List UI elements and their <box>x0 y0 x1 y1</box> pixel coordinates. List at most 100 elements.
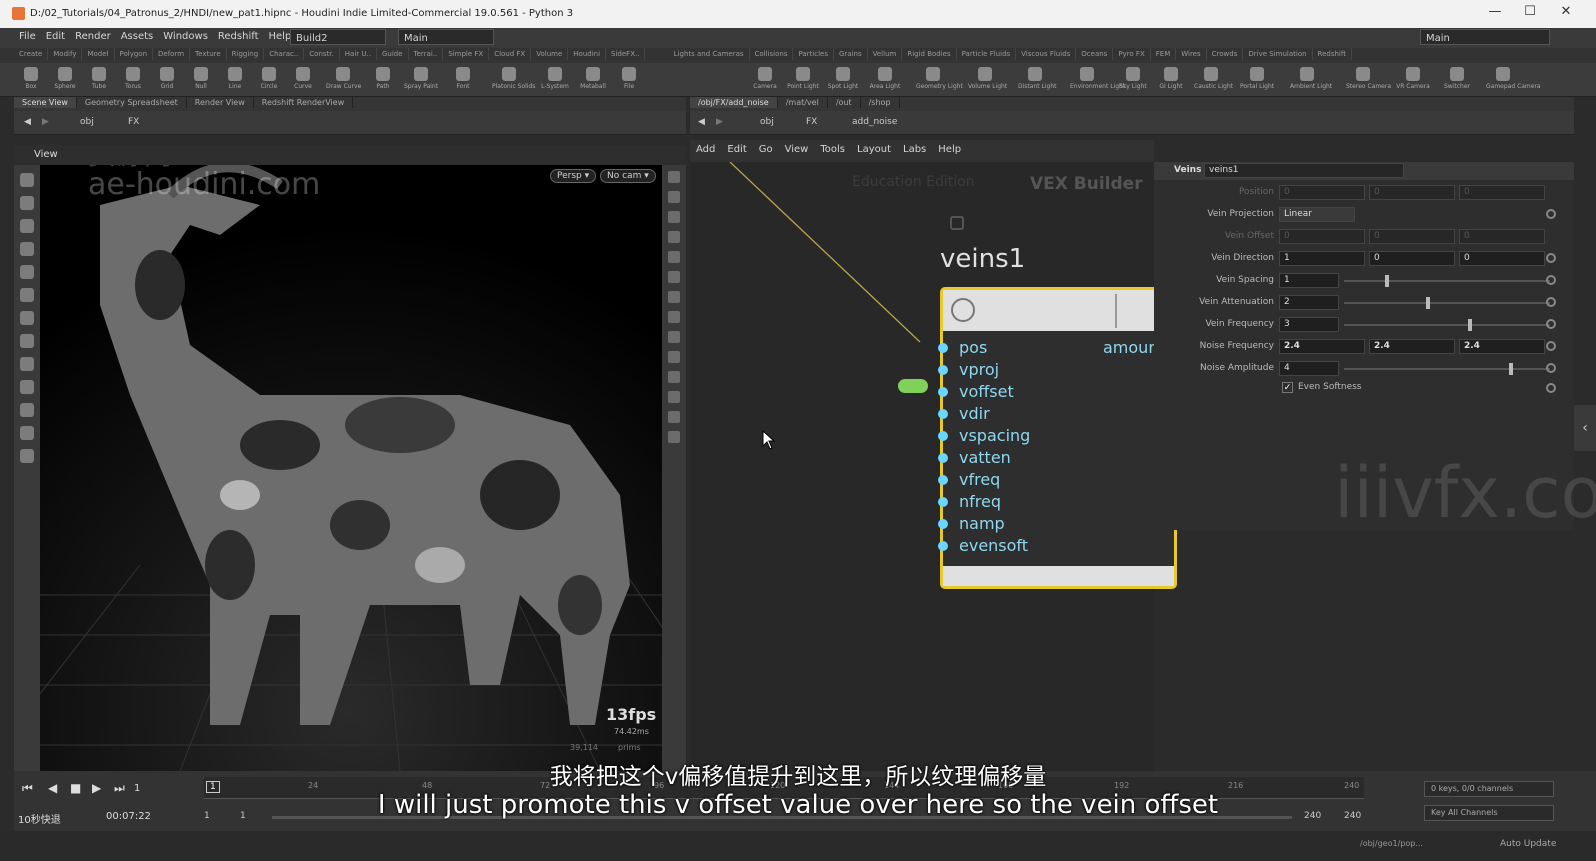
node-name-field[interactable]: veins1 <box>1204 163 1404 178</box>
position-z[interactable]: 0 <box>1459 185 1545 200</box>
projection-dropdown[interactable]: Linear <box>1279 207 1355 222</box>
frequency-slider[interactable] <box>1344 319 1550 331</box>
port-connector[interactable] <box>938 497 948 507</box>
camera-menu[interactable]: No cam ▾ <box>600 169 656 183</box>
display-icon[interactable] <box>668 171 680 183</box>
port-connector[interactable] <box>938 343 948 353</box>
input-port-vatten[interactable]: vatten <box>938 448 1174 470</box>
sky-light-tool[interactable]: Sky Light <box>1116 65 1150 90</box>
right-desktop-selector[interactable]: Main <box>1420 29 1550 45</box>
shelf-tab[interactable]: Deform <box>153 48 191 60</box>
torus-tool[interactable]: Torus <box>116 65 150 90</box>
persp-menu[interactable]: Persp ▾ <box>550 169 597 183</box>
view-label[interactable]: View <box>34 149 58 160</box>
shelf-tab[interactable]: Particles <box>793 48 834 60</box>
ortho-icon[interactable] <box>668 331 680 343</box>
circle-tool[interactable]: Circle <box>252 65 286 90</box>
veins-node[interactable]: pos vproj voffset vdir vspacing vatten v… <box>938 287 1177 589</box>
points-icon[interactable] <box>668 251 680 263</box>
platonic-tool[interactable]: Platonic Solids <box>492 65 535 90</box>
port-connector[interactable] <box>938 519 948 529</box>
metaball-tool[interactable]: Metaball <box>576 65 610 90</box>
shelf-tab[interactable]: Vellum <box>868 48 903 60</box>
spacing-field[interactable]: 1 <box>1279 273 1339 288</box>
tab-render-view[interactable]: Render View <box>187 97 254 108</box>
tab-mat-vel[interactable]: /mat/vel <box>778 97 828 108</box>
menu-render[interactable]: Render <box>70 28 116 45</box>
shelf-tab[interactable]: Drive Simulation <box>1243 48 1313 60</box>
scale-icon[interactable] <box>20 242 34 256</box>
menu-file[interactable]: File <box>14 28 41 45</box>
output-port-amount[interactable]: amoun <box>1103 338 1158 357</box>
shelf-tab[interactable]: Polygon <box>115 48 154 60</box>
font-tool[interactable]: Font <box>446 65 480 90</box>
line-tool[interactable]: Line <box>218 65 252 90</box>
lsystem-tool[interactable]: L-System <box>538 65 572 90</box>
path-tool[interactable]: Path <box>366 65 400 90</box>
slider-knob[interactable] <box>1467 319 1472 331</box>
volume-light-tool[interactable]: Volume Light <box>968 65 1007 90</box>
menu-windows[interactable]: Windows <box>158 28 213 45</box>
shelf-tab[interactable]: Oceans <box>1076 48 1114 60</box>
sel-icon[interactable] <box>668 431 680 443</box>
position-y[interactable]: 0 <box>1369 185 1455 200</box>
shelf-tab[interactable]: Guide <box>377 48 409 60</box>
frequency-field[interactable]: 3 <box>1279 317 1339 332</box>
close-button[interactable]: ✕ <box>1556 4 1576 22</box>
grid-tool[interactable]: Grid <box>150 65 184 90</box>
sphere-tool[interactable]: Sphere <box>48 65 82 90</box>
lock-icon[interactable] <box>668 211 680 223</box>
shelf-tab[interactable]: Cloud FX <box>489 48 532 60</box>
offset-z[interactable]: 0 <box>1459 229 1545 244</box>
spray-paint-tool[interactable]: Spray Paint <box>404 65 438 90</box>
collapse-tab[interactable]: ‹ <box>1574 405 1596 451</box>
noise-freq-x[interactable]: 2.4 <box>1279 339 1365 354</box>
tab-out[interactable]: /out <box>828 97 861 108</box>
port-connector[interactable] <box>938 365 948 375</box>
port-connector[interactable] <box>938 387 948 397</box>
shelf-tab[interactable]: Create <box>14 48 49 60</box>
port-connector[interactable] <box>938 541 948 551</box>
shelf-tab[interactable]: Grains <box>834 48 868 60</box>
spacing-slider[interactable] <box>1344 275 1550 287</box>
shelf-tab[interactable]: Particle Fluids <box>957 48 1017 60</box>
shelf-tab[interactable]: Collisions <box>750 48 794 60</box>
safe-icon[interactable] <box>668 391 680 403</box>
port-connector[interactable] <box>938 475 948 485</box>
net-menu-go[interactable]: Go <box>753 140 779 159</box>
shelf-tab[interactable]: Terrai.. <box>409 48 444 60</box>
normals-icon[interactable] <box>668 271 680 283</box>
back-arrow-icon[interactable]: ◀ <box>698 117 705 127</box>
shelf-tab[interactable]: Rigid Bodies <box>902 48 957 60</box>
lock-icon[interactable] <box>950 216 964 230</box>
shelf-tab[interactable]: Simple FX <box>443 48 490 60</box>
light-icon[interactable] <box>668 231 680 243</box>
draw-curve-tool[interactable]: Draw Curve <box>326 65 361 90</box>
camera-tool[interactable]: Camera <box>748 65 782 90</box>
noise-freq-z[interactable]: 2.4 <box>1459 339 1545 354</box>
input-port-vdir[interactable]: vdir <box>938 404 1174 426</box>
input-port-namp[interactable]: namp <box>938 514 1174 536</box>
shelf-tab[interactable]: FEM <box>1151 48 1177 60</box>
noise-amp-slider[interactable] <box>1344 363 1550 375</box>
input-port-evensoft[interactable]: evensoft <box>938 536 1174 558</box>
shelf-tab[interactable]: Modify <box>48 48 83 60</box>
menu-redshift[interactable]: Redshift <box>213 28 264 45</box>
env-light-tool[interactable]: Environment Light <box>1070 65 1125 90</box>
camera-icon[interactable] <box>20 403 34 417</box>
shelf-tab[interactable]: Crowds <box>1207 48 1244 60</box>
distant-light-tool[interactable]: Distant Light <box>1018 65 1056 90</box>
desktop-selector[interactable]: Build2 <box>290 29 386 45</box>
direction-y[interactable]: 0 <box>1369 251 1455 266</box>
net-menu-layout[interactable]: Layout <box>851 140 897 159</box>
pose-icon[interactable] <box>20 288 34 302</box>
forward-arrow-icon[interactable]: ▶ <box>42 117 49 127</box>
shelf-tab[interactable]: Viscous Fluids <box>1016 48 1077 60</box>
tab-redshift-renderview[interactable]: Redshift RenderView <box>254 97 354 108</box>
noise-amp-field[interactable]: 4 <box>1279 361 1339 376</box>
shelf-tab[interactable]: Volume <box>531 48 569 60</box>
path-obj[interactable]: obj <box>760 117 774 127</box>
back-arrow-icon[interactable]: ◀ <box>24 117 31 127</box>
offset-x[interactable]: 0 <box>1279 229 1365 244</box>
even-softness-checkbox[interactable]: ✓ <box>1282 382 1293 393</box>
